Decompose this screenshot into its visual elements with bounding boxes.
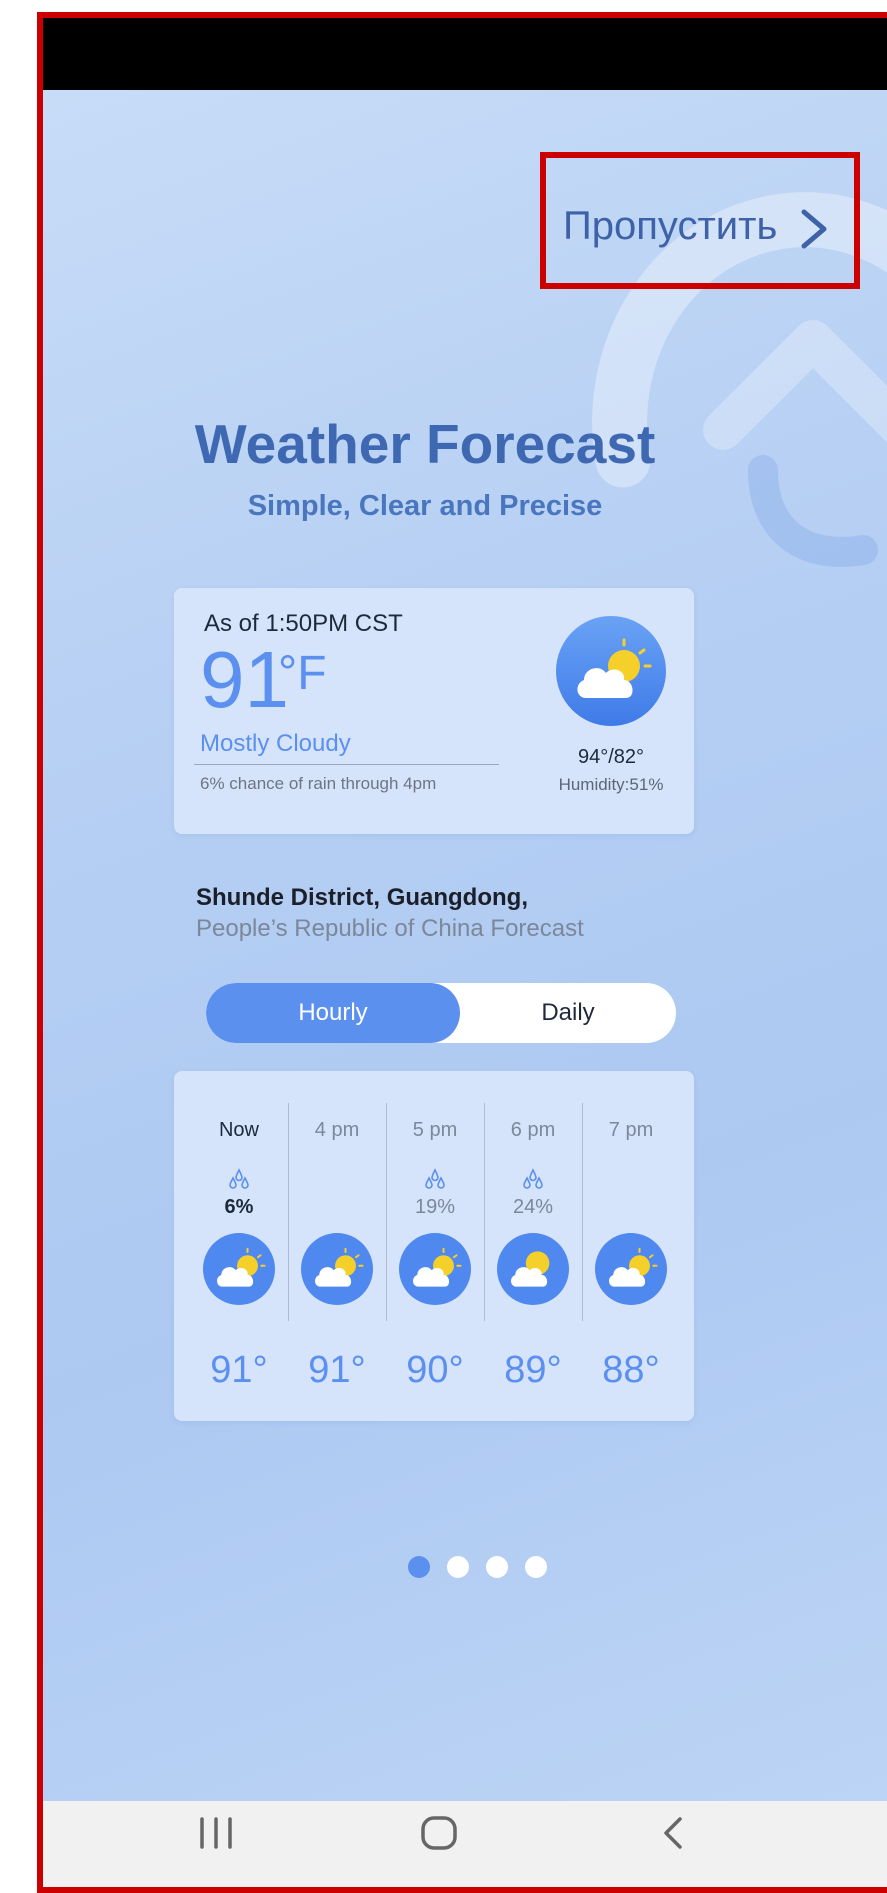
hour-label: 5 pm: [412, 1119, 458, 1141]
hour-label: 7 pm: [608, 1119, 654, 1141]
back-icon[interactable]: [658, 1815, 688, 1851]
hour-label: 4 pm: [314, 1119, 360, 1141]
home-icon[interactable]: [420, 1815, 458, 1851]
hour-temp: 91°: [210, 1349, 268, 1391]
page-dot[interactable]: [525, 1556, 547, 1578]
hour-temp: 88°: [602, 1349, 660, 1391]
humidity-text: Humidity:51%: [558, 775, 664, 794]
high-low-temp: 94°/82°: [577, 746, 645, 768]
hourly-item: 6 pm 24% 89°: [484, 1071, 582, 1421]
partly-cloudy-icon: [497, 1233, 569, 1305]
partly-cloudy-icon: [203, 1233, 275, 1305]
hour-label: Now: [218, 1119, 259, 1141]
partly-cloudy-icon: [301, 1233, 373, 1305]
hour-temp: 91°: [308, 1349, 366, 1391]
onboarding-background: [43, 90, 887, 1801]
page-dot[interactable]: [486, 1556, 508, 1578]
hour-temp: 89°: [504, 1349, 562, 1391]
precip-chance: 19%: [414, 1196, 456, 1218]
precip-chance: 6%: [224, 1196, 254, 1218]
temp-unit: °F: [278, 647, 327, 700]
hourly-item: 4 pm 91°: [288, 1071, 386, 1421]
screen-frame: [37, 12, 887, 1893]
recents-icon[interactable]: [196, 1815, 236, 1851]
as-of-time: As of 1:50PM CST: [204, 610, 403, 637]
tab-hourly[interactable]: Hourly: [206, 983, 460, 1043]
hourly-item: Now 6% 91°: [190, 1071, 288, 1421]
rain-chance-text: 6% chance of rain through 4pm: [200, 774, 437, 793]
page-subtitle: Simple, Clear and Precise: [247, 490, 603, 522]
page-indicator: [402, 1556, 552, 1580]
divider: [194, 764, 499, 765]
current-temp: 91: [200, 635, 289, 724]
precip-chance: 24%: [512, 1196, 554, 1218]
system-nav-bar: [43, 1801, 887, 1887]
page-title: Weather Forecast: [194, 413, 656, 475]
condition-text: Mostly Cloudy: [200, 730, 351, 757]
location-line-2: People’s Republic of China Forecast: [196, 915, 584, 942]
tab-daily[interactable]: Daily: [460, 983, 676, 1043]
raindrops-icon: [229, 1168, 249, 1189]
raindrops-icon: [523, 1168, 543, 1189]
partly-cloudy-icon: [595, 1233, 667, 1305]
current-weather-card: As of 1:50PM CST 91 °F Mostly Cloudy 6% …: [174, 588, 694, 834]
raindrops-icon: [425, 1168, 445, 1189]
hourly-daily-toggle: Hourly Daily: [206, 983, 676, 1043]
status-bar: [43, 18, 887, 90]
chevron-right-icon[interactable]: [798, 208, 830, 250]
page-dot-active[interactable]: [408, 1556, 430, 1578]
hourly-item: 5 pm 19% 90°: [386, 1071, 484, 1421]
hourly-forecast-card: Now 6% 91° 4 pm 91° 5 pm 19% 90° 6 pm 24…: [174, 1071, 694, 1421]
page-dot[interactable]: [447, 1556, 469, 1578]
location-line-1: Shunde District, Guangdong,: [196, 884, 528, 911]
hourly-item: 7 pm 88°: [582, 1071, 680, 1421]
partly-cloudy-icon: [556, 616, 666, 726]
partly-cloudy-icon: [399, 1233, 471, 1305]
hour-label: 6 pm: [510, 1119, 556, 1141]
hour-temp: 90°: [406, 1349, 464, 1391]
skip-button[interactable]: Пропустить: [563, 204, 777, 249]
